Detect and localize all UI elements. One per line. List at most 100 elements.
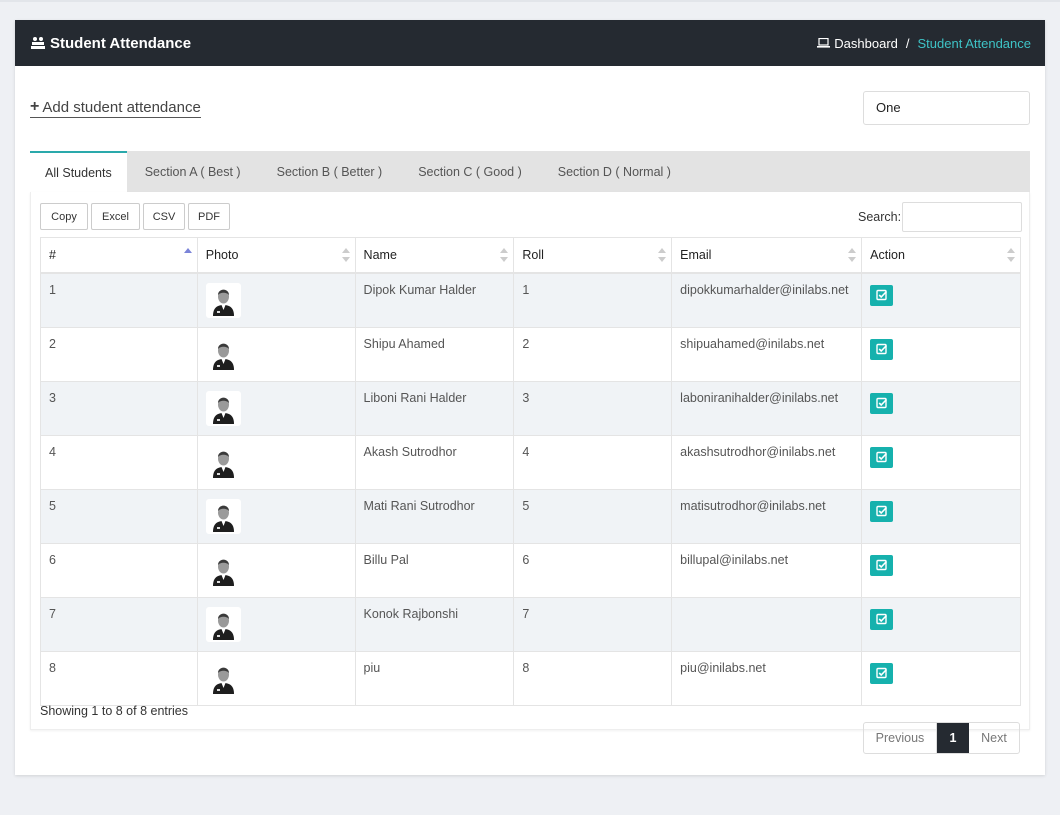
section-tabs: All Students Section A ( Best ) Section … xyxy=(30,151,1030,192)
breadcrumb-dashboard[interactable]: Dashboard xyxy=(817,36,898,51)
cell-email xyxy=(671,596,863,652)
breadcrumb-dashboard-label: Dashboard xyxy=(834,35,898,51)
tab-section-d[interactable]: Section D ( Normal ) xyxy=(540,151,689,192)
breadcrumb-current: Student Attendance xyxy=(917,35,1031,51)
cell-number: 7 xyxy=(40,596,198,652)
table-row: 4 Akash Sutrodhor 4 akashsutrodhor@inilabs.… xyxy=(40,434,1021,490)
table-row: 8 piu 8 piu@inilabs.net xyxy=(40,650,1021,706)
check-square-icon xyxy=(875,667,888,679)
column-header-email[interactable]: Email xyxy=(671,237,863,274)
cell-email: laboniranihalder@inilabs.net xyxy=(671,380,863,436)
table-row: 7 Konok Rajbonshi 7 xyxy=(40,596,1021,652)
cell-name: Dipok Kumar Halder xyxy=(354,272,515,328)
add-attendance-link[interactable]: + Add student attendance xyxy=(30,98,201,118)
pdf-button[interactable]: PDF xyxy=(188,203,230,230)
copy-button[interactable]: Copy xyxy=(40,203,88,230)
next-button[interactable]: Next xyxy=(969,723,1019,753)
excel-button[interactable]: Excel xyxy=(91,203,140,230)
student-avatar xyxy=(205,498,241,534)
attendance-icon xyxy=(31,37,45,49)
check-square-icon xyxy=(875,289,888,301)
check-square-icon xyxy=(875,505,888,517)
mark-attendance-button[interactable] xyxy=(870,392,894,414)
table-header-row: # Photo Name Roll Email Action xyxy=(40,237,1021,274)
check-square-icon xyxy=(875,397,888,409)
mark-attendance-button[interactable] xyxy=(870,500,894,522)
student-avatar xyxy=(205,390,241,426)
cell-name: Akash Sutrodhor xyxy=(354,434,515,490)
cell-photo xyxy=(196,326,356,382)
cell-action xyxy=(861,650,1021,706)
sort-asc-icon xyxy=(183,248,192,262)
table-row: 3 Liboni Rani Halder 3 laboniranihalder@ini… xyxy=(40,380,1021,436)
table-info: Showing 1 to 8 of 8 entries xyxy=(40,704,189,718)
cell-number: 2 xyxy=(40,326,198,382)
tab-section-a[interactable]: Section A ( Best ) xyxy=(127,151,259,192)
search-input[interactable] xyxy=(902,202,1023,232)
tab-all-students[interactable]: All Students xyxy=(30,151,127,192)
sort-icon xyxy=(341,248,350,262)
cell-name: Liboni Rani Halder xyxy=(354,380,515,436)
previous-button[interactable]: Previous xyxy=(864,723,937,753)
mark-attendance-button[interactable] xyxy=(870,284,894,306)
cell-action xyxy=(861,596,1021,652)
check-square-icon xyxy=(875,613,888,625)
column-header-roll-label: Roll xyxy=(522,247,544,262)
page-title-wrap: Student Attendance xyxy=(31,35,191,52)
cell-roll: 7 xyxy=(513,596,673,652)
column-header-action[interactable]: Action xyxy=(861,237,1021,274)
breadcrumb-separator: / xyxy=(905,35,910,51)
sort-icon xyxy=(848,248,857,262)
student-avatar xyxy=(205,552,241,588)
mark-attendance-button[interactable] xyxy=(870,338,894,360)
cell-number: 6 xyxy=(40,542,198,598)
column-header-name[interactable]: Name xyxy=(354,237,515,274)
cell-roll: 6 xyxy=(513,542,673,598)
cell-email: piu@inilabs.net xyxy=(671,650,863,706)
cell-roll: 1 xyxy=(513,272,673,328)
csv-button[interactable]: CSV xyxy=(143,203,185,230)
cell-number: 8 xyxy=(40,650,198,706)
cell-name: Billu Pal xyxy=(354,542,515,598)
cell-photo xyxy=(196,488,356,544)
table-body: 1 Dipok Kumar Halder 1 dipokkumarhalder@ini… xyxy=(40,272,1021,706)
cell-action xyxy=(861,380,1021,436)
column-header-roll[interactable]: Roll xyxy=(513,237,673,274)
cell-email: dipokkumarhalder@inilabs.net xyxy=(671,272,863,328)
class-select[interactable]: One xyxy=(863,91,1030,125)
cell-roll: 2 xyxy=(513,326,673,382)
tab-section-c[interactable]: Section C ( Good ) xyxy=(400,151,540,192)
card-header: Student Attendance Dashboard / Student A… xyxy=(15,20,1045,66)
cell-name: Konok Rajbonshi xyxy=(354,596,515,652)
cell-action xyxy=(861,488,1021,544)
mark-attendance-button[interactable] xyxy=(870,554,894,576)
cell-photo xyxy=(196,380,356,436)
page-1-button[interactable]: 1 xyxy=(937,723,969,753)
table-row: 6 Billu Pal 6 billupal@inilabs.net xyxy=(40,542,1021,598)
column-header-photo[interactable]: Photo xyxy=(196,237,356,274)
table-row: 1 Dipok Kumar Halder 1 dipokkumarhalder@ini… xyxy=(40,272,1021,328)
top-border xyxy=(0,0,1060,2)
cell-roll: 5 xyxy=(513,488,673,544)
cell-email: billupal@inilabs.net xyxy=(671,542,863,598)
cell-name: Shipu Ahamed xyxy=(354,326,515,382)
check-square-icon xyxy=(875,343,888,355)
check-square-icon xyxy=(875,451,888,463)
student-avatar xyxy=(205,444,241,480)
column-header-number[interactable]: # xyxy=(40,237,198,274)
mark-attendance-button[interactable] xyxy=(870,608,894,630)
mark-attendance-button[interactable] xyxy=(870,446,894,468)
plus-icon: + xyxy=(30,98,40,115)
cell-name: Mati Rani Sutrodhor xyxy=(354,488,515,544)
laptop-icon xyxy=(817,38,831,48)
check-square-icon xyxy=(875,559,888,571)
cell-photo xyxy=(196,596,356,652)
column-header-action-label: Action xyxy=(870,247,905,262)
cell-photo xyxy=(196,272,356,328)
cell-email: matisutrodhor@inilabs.net xyxy=(671,488,863,544)
tab-section-b[interactable]: Section B ( Better ) xyxy=(259,151,401,192)
mark-attendance-button[interactable] xyxy=(870,662,894,684)
breadcrumb: Dashboard / Student Attendance xyxy=(817,36,1031,51)
student-avatar xyxy=(205,660,241,696)
cell-action xyxy=(861,434,1021,490)
